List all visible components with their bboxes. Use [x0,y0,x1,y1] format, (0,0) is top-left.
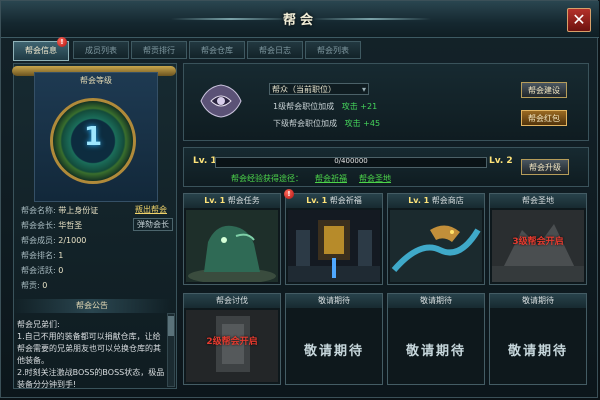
guild-level-emblem: 1 [50,98,136,184]
experience-source-label: 帮会经验获得途径： [231,174,303,183]
card-guild-holyland[interactable]: 帮会圣地 3级帮会开启 [489,193,587,285]
guild-build-button[interactable]: 帮会建设 [521,82,567,98]
card-title: 帮会讨伐 [184,294,280,308]
bonus-row-1: 1级帮会职位加成 攻击 +21 [273,102,378,111]
notice-scrollbar[interactable] [167,313,175,387]
tab-contribution-rank[interactable]: 帮贡排行 [131,41,187,59]
notice-line: 1.自己不用的装备都可以捐献仓库，让给帮会需要的兄弟朋友也可以兑换仓库的其他装备… [17,332,161,365]
info-guild-name: 帮会名称: 带上身份证 [21,206,99,215]
card-guild-shop[interactable]: Lv. 1 帮会商店 [387,193,485,285]
card-title: Lv. 1 帮会任务 [184,194,280,208]
title-bar[interactable]: 帮会 ✕ [1,1,599,38]
card-title: 帮会圣地 [490,194,586,208]
guild-redpacket-button[interactable]: 帮会红包 [521,110,567,126]
info-contribution: 帮贡: 0 [21,281,48,290]
tab-guild-list[interactable]: 帮会列表 [305,41,361,59]
leave-guild-link[interactable]: 叛出帮会 [135,204,167,215]
notice-header: 帮会公告 [13,299,171,313]
tab-guild-warehouse[interactable]: 帮会仓库 [189,41,245,59]
chevron-down-icon: ▾ [361,85,366,94]
close-button[interactable]: ✕ [567,8,591,32]
card-title: 敬请期待 [388,294,484,308]
holyland-lock-text: 3级帮会开启 [512,237,564,247]
card-title: 敬请期待 [286,294,382,308]
guild-upgrade-button[interactable]: 帮会升级 [521,159,569,175]
tab-guild-log[interactable]: 帮会日志 [247,41,303,59]
coming-soon-text: 敬请期待 [507,344,568,359]
shrine-image-icon [288,210,380,282]
guild-window: 帮会 ✕ 帮会信息 ! 成员列表 帮贡排行 帮会仓库 帮会日志 帮会列表 帮会等… [0,0,599,398]
info-guild-leader: 帮会会长: 华哲圣 [21,221,83,230]
card-title: Lv. 1 帮会祈福 [286,194,382,208]
card-title: 敬请期待 [490,294,586,308]
experience-bar: 0/400000 [215,157,487,168]
card-guild-task[interactable]: Lv. 1 帮会任务 [183,193,281,285]
card-title: Lv. 1 帮会商店 [388,194,484,208]
current-level-label: Lv. 1 [193,156,217,166]
info-guild-members: 帮会成员: 2/1000 [21,236,87,245]
notice-line: 2.时刻关注激战BOSS的BOSS状态，极品装备分分钟到手! [17,368,165,389]
window-title: 帮会 [282,13,317,28]
card-guild-crusade[interactable]: 帮会讨伐 2级帮会开启 [183,293,281,385]
link-guild-pray[interactable]: 帮会祈福 [315,173,347,184]
card-coming-soon-2: 敬请期待 敬请期待 [387,293,485,385]
crusade-lock-text: 2级帮会开启 [206,337,258,347]
notice-line: 帮会兄弟们: [17,320,60,329]
card-coming-soon-3: 敬请期待 敬请期待 [489,293,587,385]
info-guild-rank: 帮会排名: 1 [21,251,64,260]
impeach-leader-button[interactable]: 弹劾会长 [133,218,173,231]
coming-soon-text: 敬请期待 [405,344,466,359]
tab-member-list[interactable]: 成员列表 [73,41,129,59]
card-coming-soon-1: 敬请期待 敬请期待 [285,293,383,385]
link-guild-holyland[interactable]: 帮会圣地 [359,173,391,184]
statue-image-icon [186,210,278,282]
banner-title: 帮会等级 [80,76,112,85]
scrollbar-thumb[interactable] [168,316,174,336]
card-alert-badge: ! [284,189,294,199]
info-guild-activity: 帮会活跃: 0 [21,266,64,275]
card-guild-pray[interactable]: Lv. 1 帮会祈福 [285,193,383,285]
experience-text: 0/400000 [334,157,368,165]
guild-notice: 帮会兄弟们: 1.自己不用的装备都可以捐献仓库，让给帮会需要的兄弟朋友也可以兑换… [17,319,167,391]
bonus-row-2: 下级帮会职位加成 攻击 +45 [273,119,381,128]
position-select[interactable]: 帮众（当前职位） ▾ [269,83,369,95]
tab-alert-badge: ! [57,37,67,47]
coming-soon-text: 敬请期待 [303,344,364,359]
guild-level-number: 1 [83,122,103,152]
position-emblem-icon [200,84,242,118]
dragon-image-icon [390,210,482,282]
next-level-label: Lv. 2 [489,156,513,166]
